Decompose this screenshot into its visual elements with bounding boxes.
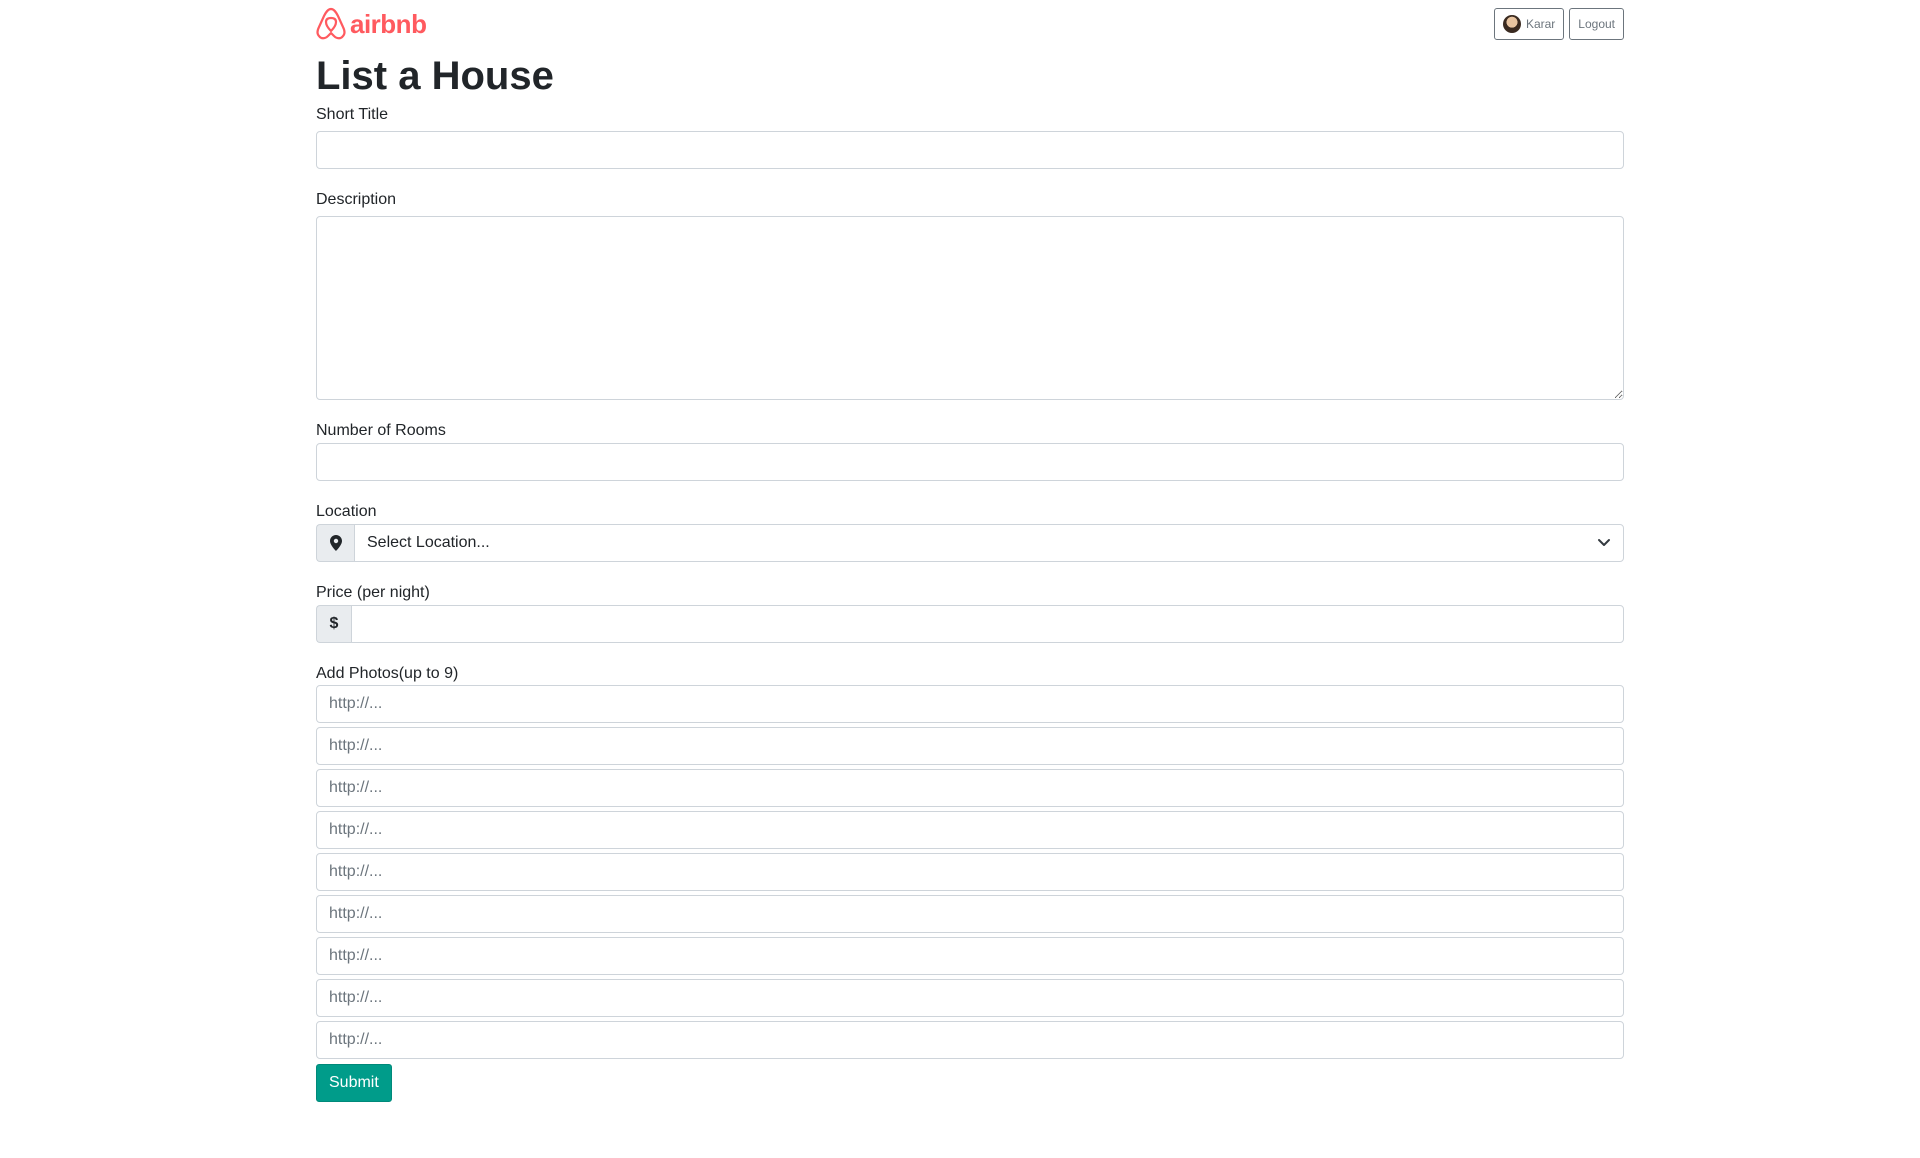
user-profile-button[interactable]: Karar (1493, 8, 1565, 40)
description-group: Description (316, 189, 1624, 400)
avatar (1502, 15, 1521, 33)
photos-group: Add Photos(up to 9) (316, 663, 1624, 1059)
photo-url-input-8[interactable] (316, 979, 1624, 1017)
airbnb-logo[interactable]: airbnb (316, 6, 427, 42)
description-label: Description (316, 191, 397, 208)
location-prepend (316, 524, 354, 562)
top-navbar: airbnb Karar Logout (316, 0, 1624, 48)
dollar-prepend: $ (316, 605, 351, 643)
submit-button[interactable]: Submit (316, 1064, 392, 1102)
short-title-label: Short Title (316, 106, 389, 123)
photo-url-input-3[interactable] (316, 769, 1624, 807)
map-marker-icon (329, 535, 342, 551)
rooms-input[interactable] (316, 443, 1624, 481)
price-group: Price (per night) $ (316, 582, 1624, 643)
location-input-group: Select Location... (316, 524, 1624, 562)
photo-url-input-4[interactable] (316, 811, 1624, 849)
user-actions: Karar Logout (1493, 8, 1624, 40)
photos-label: Add Photos(up to 9) (316, 665, 459, 682)
page-title: List a House (316, 54, 554, 98)
airbnb-logo-icon (316, 7, 346, 40)
description-textarea[interactable] (316, 216, 1624, 400)
location-label: Location (316, 503, 377, 520)
location-group: Location Select Location... (316, 501, 1624, 562)
price-label: Price (per night) (316, 584, 430, 601)
photo-url-input-7[interactable] (316, 937, 1624, 975)
location-selected-value: Select Location... (367, 534, 490, 551)
photo-url-input-2[interactable] (316, 727, 1624, 765)
logout-button[interactable]: Logout (1569, 8, 1624, 40)
page-container: airbnb Karar Logout List a House Short T… (316, 0, 1624, 1102)
short-title-group: Short Title (316, 104, 1624, 169)
rooms-label: Number of Rooms (316, 422, 446, 439)
chevron-down-icon (1598, 539, 1610, 546)
rooms-group: Number of Rooms (316, 420, 1624, 481)
photo-url-input-6[interactable] (316, 895, 1624, 933)
price-input-group: $ (316, 605, 1624, 643)
short-title-input[interactable] (316, 131, 1624, 169)
price-input[interactable] (351, 605, 1624, 643)
photo-url-input-1[interactable] (316, 685, 1624, 723)
user-name: Karar (1525, 17, 1556, 31)
photo-url-input-5[interactable] (316, 853, 1624, 891)
logo-wordmark: airbnb (350, 8, 427, 39)
photo-url-input-9[interactable] (316, 1021, 1624, 1059)
location-select[interactable]: Select Location... (354, 524, 1624, 562)
